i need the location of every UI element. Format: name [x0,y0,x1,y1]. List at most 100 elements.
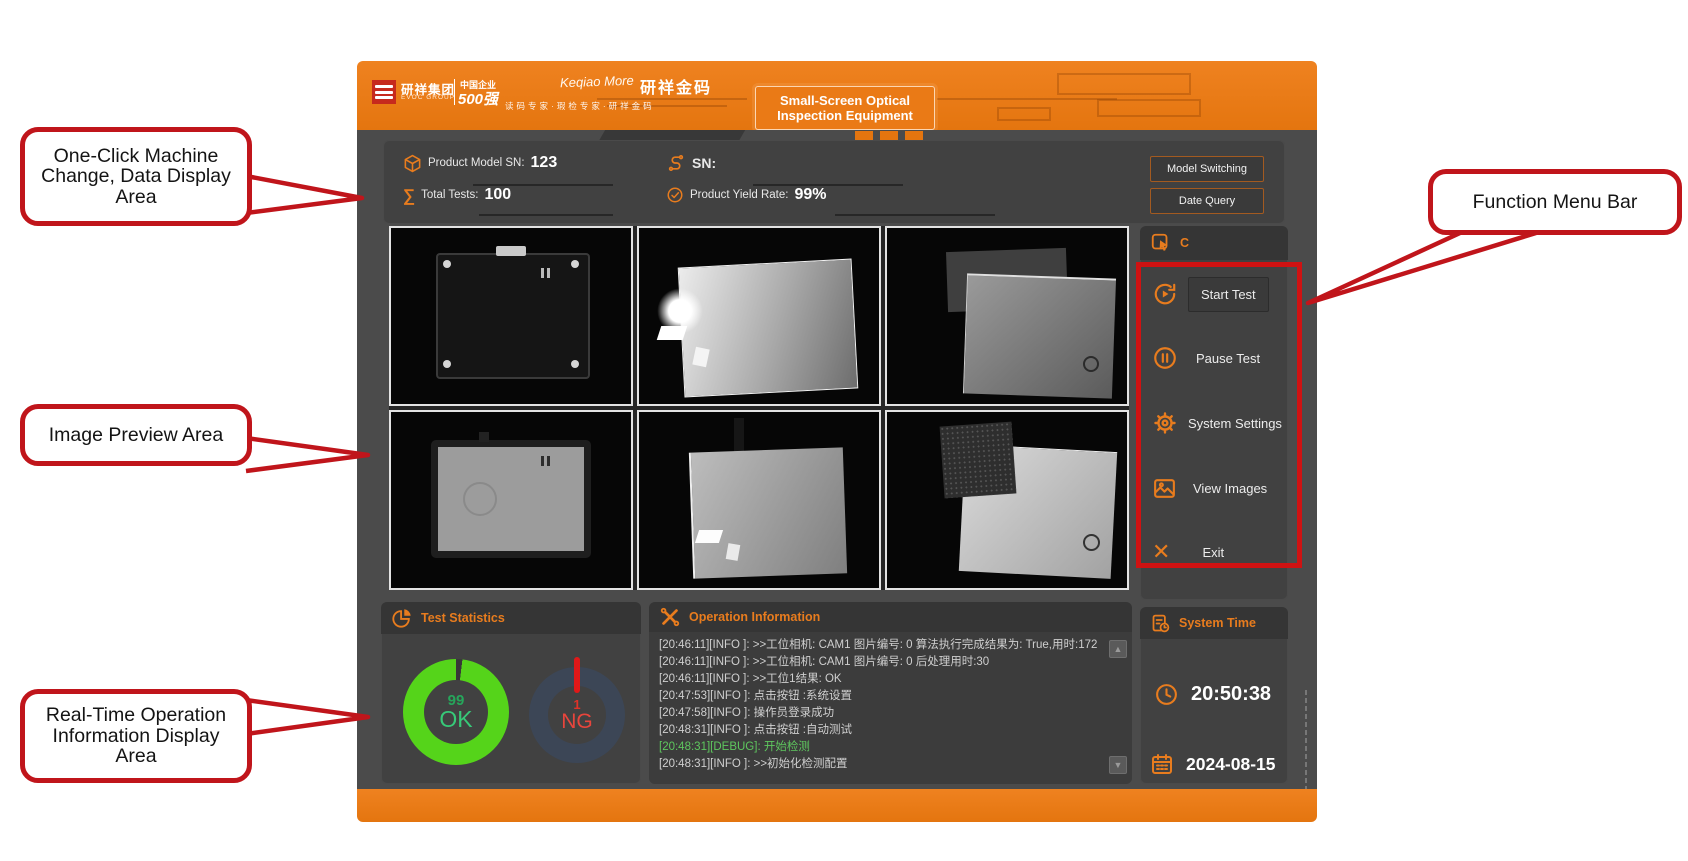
operation-information-title: Operation Information [689,610,820,624]
function-menu-header: C [1140,226,1288,260]
camera-image [1083,534,1100,551]
date-query-button[interactable]: Date Query [1150,188,1264,214]
system-time-header: System Time [1140,607,1288,639]
camera-image [479,432,489,442]
app-title: Small-Screen Optical Inspection Equipmen… [755,86,935,130]
camera-preview-3 [885,226,1129,406]
header-bar: 研祥集团 EVOC GROUP 中国企业 500强 读码专家·瑕检专家·研祥金码… [357,61,1317,130]
app-title-line2: Inspection Equipment [777,108,913,123]
camera-preview-2 [637,226,881,406]
camera-image [940,422,1017,499]
logo-script-text: Keqiao More [560,73,634,91]
camera-image [463,482,497,516]
camera-image [443,360,451,368]
image-preview-grid [389,226,1129,590]
test-statistics-header: Test Statistics [381,602,641,634]
callout-tail [246,700,368,734]
camera-image [695,530,723,543]
callout-operation-info: Real-Time Operation Information Display … [20,689,252,783]
camera-preview-6 [885,410,1129,590]
tools-icon [659,606,681,628]
camera-image [436,253,590,379]
camera-preview-1 [389,226,633,406]
seam-nub [880,131,898,140]
system-time-panel: System Time 20:50:38 2024-08-15 [1140,607,1288,784]
scroll-down-icon: ▼ [1114,760,1123,770]
callout-function-menu: Function Menu Bar [1428,169,1682,235]
log-line: [20:46:11][INFO ]: >>工位相机: CAM1 图片编号: 0 … [659,637,1106,654]
scroll-down-button[interactable]: ▼ [1109,756,1127,774]
total-tests-label: Total Tests: [421,189,478,201]
sigma-icon: ∑ [403,187,415,204]
product-model-label: Product Model SN: [428,157,525,169]
product-model-value: 123 [531,154,558,172]
pie-chart-icon [391,607,413,629]
ok-label: OK [439,708,472,731]
model-switching-button[interactable]: Model Switching [1150,156,1264,182]
camera-image [547,456,550,466]
yield-rate-value: 99% [794,186,826,204]
log-line-debug: [20:48:31][DEBUG]: 开始检测 [659,739,1106,756]
header-decoration [937,98,1117,100]
logo-divider [454,79,455,105]
ng-count: 1 [573,698,580,711]
camera-image [1083,356,1099,372]
yield-rate-label: Product Yield Rate: [690,189,788,201]
scroll-up-icon: ▲ [1114,644,1123,654]
date-row: 2024-08-15 [1150,752,1276,776]
header-decoration [1097,99,1201,117]
test-statistics-title: Test Statistics [421,611,505,625]
calendar-icon [1150,752,1174,776]
callout-tail [246,176,362,213]
callout-data-area: One-Click Machine Change, Data Display A… [20,127,252,226]
clock-row: 20:50:38 [1154,682,1271,707]
underline [835,214,995,216]
log-line: [20:48:31][INFO ]: >>初始化检测配置 [659,756,1106,773]
logo-slogan: 读码专家·瑕检专家·研祥金码 [505,100,655,112]
seam-nub [855,131,873,140]
total-tests-field: ∑ Total Tests: 100 [403,182,511,208]
camera-image [678,259,859,398]
app-title-line1: Small-Screen Optical [780,93,910,108]
evoc-logo [372,80,396,104]
camera-image [496,246,526,256]
log-line: [20:48:31][INFO ]: 点击按钮 :自动测试 [659,722,1106,739]
camera-image [443,260,451,268]
flow-icon [666,153,686,173]
data-display-panel: Product Model SN: 123 SN: ∑ Total Tests:… [383,140,1285,224]
underline [479,214,613,216]
product-model-field: Product Model SN: 123 [403,150,557,176]
camera-image [547,268,550,278]
camera-image [734,418,744,454]
box-icon [403,154,422,173]
header-decoration [1057,73,1191,95]
page: 研祥集团 EVOC GROUP 中国企业 500强 读码专家·瑕检专家·研祥金码… [0,0,1688,861]
sn-field: SN: [666,150,722,176]
log-line: [20:46:11][INFO ]: >>工位1结果: OK [659,671,1106,688]
ng-tick-mark [574,657,580,693]
logo-group-name-en: EVOC GROUP [401,94,455,101]
clock-icon [1154,682,1179,707]
scroll-up-button[interactable]: ▲ [1109,640,1127,658]
ng-label: NG [561,711,593,732]
total-tests-value: 100 [484,186,511,204]
callout-tail [1308,233,1536,303]
camera-image [431,440,591,558]
log-area[interactable]: [20:46:11][INFO ]: >>工位相机: CAM1 图片编号: 0 … [649,632,1132,784]
function-menu-highlight-box [1136,262,1302,568]
camera-image [571,260,579,268]
camera-image [541,268,544,278]
log-line: [20:47:53][INFO ]: 点击按钮 :系统设置 [659,688,1106,705]
operation-information-header: Operation Information [649,602,1132,632]
camera-image [541,456,544,466]
system-time-title: System Time [1179,616,1256,630]
logo-top500: 500强 [458,88,498,109]
camera-image [571,360,579,368]
camera-preview-5 [637,410,881,590]
camera-preview-4 [389,410,633,590]
logo-brand: 研祥金码 [640,74,712,98]
yield-rate-field: Product Yield Rate: 99% [666,182,826,208]
callout-image-preview: Image Preview Area [20,404,252,466]
system-time-value: 20:50:38 [1191,683,1271,706]
check-circle-icon [666,186,684,204]
